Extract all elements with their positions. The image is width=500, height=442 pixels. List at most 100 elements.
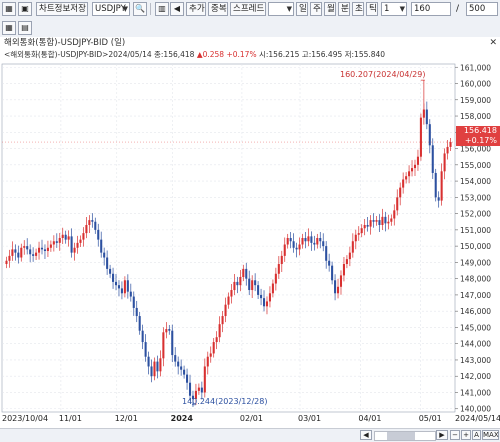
candle-body: [200, 387, 203, 393]
candle-body: [254, 280, 257, 286]
candle-body: [328, 260, 331, 266]
spread-select[interactable]: ▼: [268, 2, 294, 16]
indicator-icon[interactable]: ▥: [155, 2, 169, 16]
candle-body: [283, 244, 286, 256]
spread-button[interactable]: 스프레드: [230, 2, 266, 16]
candle-body: [114, 281, 118, 286]
candle-body: [112, 273, 115, 282]
interval-select[interactable]: 1 ▼: [381, 2, 407, 16]
y-tick-label: 159,000: [460, 96, 491, 105]
candle-body: [262, 298, 266, 307]
x-tick-label: 04/01: [358, 414, 382, 423]
candle-body: [271, 283, 274, 294]
candle-body: [257, 285, 260, 295]
candle-body: [8, 255, 11, 261]
max-button[interactable]: MAX: [482, 430, 499, 440]
candle-body: [443, 153, 446, 172]
candlestick-chart[interactable]: 161,000160,000159,000158,000157,000156,0…: [0, 60, 500, 420]
candle-body: [425, 109, 428, 125]
candle-body: [67, 236, 70, 240]
candle-body: [369, 220, 372, 227]
y-tick-label: 142,000: [460, 372, 491, 381]
symbol-select[interactable]: USDJPY ▼: [92, 2, 130, 16]
candle-body: [206, 356, 209, 367]
save-chart-info-button[interactable]: 차트정보저장: [36, 2, 88, 16]
candle-body: [156, 361, 159, 372]
candle-body: [245, 268, 248, 279]
scroll-thumb[interactable]: [387, 432, 415, 440]
candle-body: [248, 278, 251, 291]
scroll-left-icon[interactable]: ◀: [360, 430, 372, 440]
period-minute-button[interactable]: 분: [338, 2, 350, 16]
candle-body: [268, 293, 271, 302]
candle-body: [390, 218, 393, 222]
candle-body: [399, 187, 402, 198]
candle-body: [354, 234, 357, 242]
secondary-toolbar: ▦ ▤: [0, 19, 500, 38]
candle-body: [402, 179, 405, 188]
period-second-button[interactable]: 초: [352, 2, 364, 16]
candle-body: [375, 220, 378, 222]
zoom-out-button[interactable]: −: [450, 430, 460, 440]
add-button[interactable]: 추가: [186, 2, 206, 16]
zoom-in-button[interactable]: +: [461, 430, 471, 440]
candle-body: [23, 246, 26, 248]
chart-layout-icon[interactable]: ▦: [2, 21, 16, 35]
candle-body: [106, 257, 109, 269]
candle-body: [55, 241, 58, 243]
candle-body: [422, 109, 425, 118]
x-axis: 2023/10/04 11/01 12/01 2024 02/01 03/01 04/01 0…: [0, 413, 500, 427]
candle-body: [26, 246, 29, 250]
current-price-box: 156.418 +0.17%: [456, 126, 500, 146]
chart-print-icon[interactable]: ▤: [18, 21, 32, 35]
candle-body: [64, 234, 67, 240]
high-annotation: 160.207(2024/04/29): [340, 70, 426, 79]
period-day-button[interactable]: 일: [296, 2, 308, 16]
chevron-left-icon[interactable]: ◀: [170, 2, 184, 16]
candle-body: [393, 210, 396, 219]
candle-body: [73, 247, 76, 253]
total-count-input[interactable]: 500: [466, 2, 498, 16]
y-tick-label: 161,000: [460, 63, 491, 72]
candle-body: [260, 294, 263, 299]
candle-body: [20, 247, 23, 258]
candle-body: [212, 342, 215, 354]
candle-body: [295, 247, 298, 250]
chevron-down-icon: ▼: [122, 5, 128, 13]
scroll-right-icon[interactable]: ▶: [436, 430, 448, 440]
chevron-down-icon: ▼: [399, 5, 405, 13]
chart-scrollbar[interactable]: ◀ ▶ − + A MAX: [0, 428, 500, 442]
close-icon[interactable]: ✕: [489, 37, 497, 49]
candle-body: [141, 330, 144, 343]
chart-config-icon[interactable]: ▦: [2, 2, 16, 16]
candle-body: [396, 197, 399, 211]
period-tick-button[interactable]: 틱: [366, 2, 378, 16]
candle-body: [165, 329, 168, 333]
candle-body: [313, 242, 316, 245]
candle-body: [372, 220, 375, 222]
period-week-button[interactable]: 주: [310, 2, 322, 16]
candle-body: [14, 249, 17, 253]
candle-body: [159, 358, 162, 372]
candle-body: [236, 281, 239, 286]
count-input[interactable]: 160: [411, 2, 451, 16]
candle-body: [40, 247, 44, 250]
period-month-button[interactable]: 월: [324, 2, 336, 16]
overlay-button[interactable]: 중복: [208, 2, 228, 16]
candle-body: [408, 171, 411, 177]
candle-body: [357, 233, 360, 235]
candle-body: [186, 374, 189, 383]
candle-body: [180, 366, 183, 370]
candle-body: [339, 275, 343, 287]
y-tick-label: 150,000: [460, 242, 491, 251]
search-icon[interactable]: 🔍: [133, 2, 147, 16]
candle-body: [94, 221, 97, 230]
candle-body: [307, 236, 310, 242]
candle-body: [76, 242, 79, 248]
fit-button[interactable]: A: [472, 430, 481, 440]
scroll-track[interactable]: [374, 431, 436, 441]
chart-lock-icon[interactable]: ▣: [18, 2, 32, 16]
info-change-pct: +0.17%: [226, 50, 257, 59]
info-change: ▲0.258: [196, 50, 225, 59]
y-tick-label: 149,000: [460, 258, 491, 267]
